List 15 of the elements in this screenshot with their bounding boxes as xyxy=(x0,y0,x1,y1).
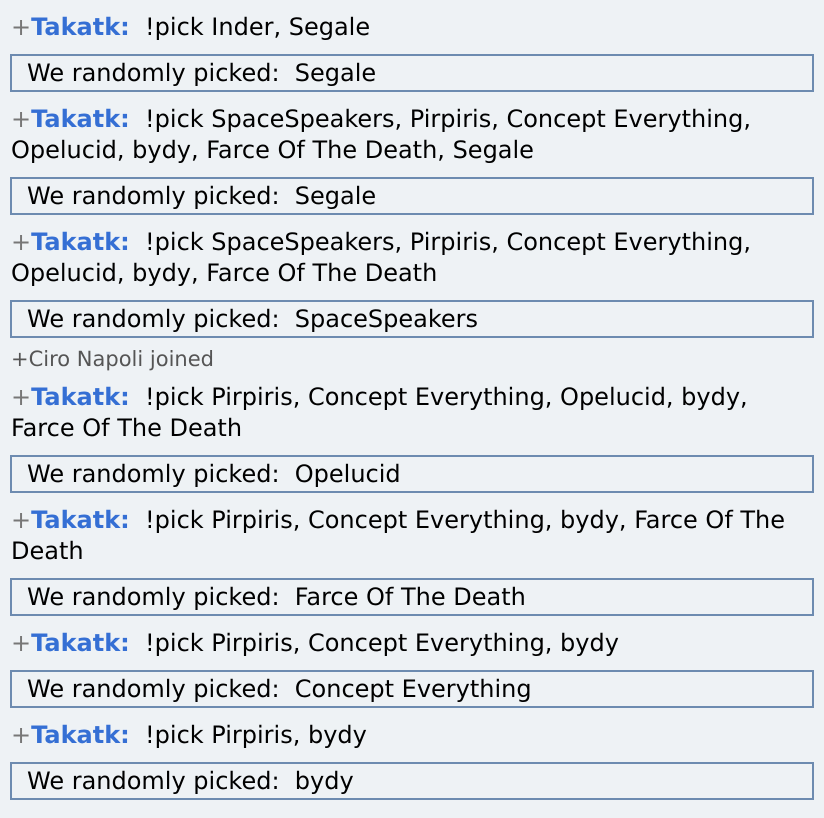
chat-message: +Takatk: !pick Pirpiris, Concept Everything, Opelucid, bydy, Farce Of The Death xyxy=(11,382,749,444)
result-box: We randomly picked: bydy xyxy=(10,762,814,800)
chat-message: +Takatk: !pick Pirpiris, Concept Everything, bydy xyxy=(11,628,620,659)
result-box: We randomly picked: Opelucid xyxy=(10,455,814,493)
chat-message: +Takatk: !pick SpaceSpeakers, Pirpiris, Concept Everything, Opelucid, bydy, Farce Of The Death, Segale xyxy=(11,104,752,166)
chat-message: +Takatk: !pick Pirpiris, bydy xyxy=(11,720,368,751)
result-box: We randomly picked: Segale xyxy=(10,54,814,92)
result-box: We randomly picked: SpaceSpeakers xyxy=(10,300,814,338)
chat-message: +Takatk: !pick Inder, Segale xyxy=(11,12,372,43)
chat-message: +Takatk: !pick SpaceSpeakers, Pirpiris, Concept Everything, Opelucid, bydy, Farce Of The Death xyxy=(11,227,752,289)
join-notice: +Ciro Napoli joined xyxy=(11,348,215,370)
result-box: We randomly picked: Farce Of The Death xyxy=(10,578,814,616)
chat-message: +Takatk: !pick Pirpiris, Concept Everything, bydy, Farce Of The Death xyxy=(11,505,786,567)
result-box: We randomly picked: Segale xyxy=(10,177,814,215)
result-box: We randomly picked: Concept Everything xyxy=(10,670,814,708)
